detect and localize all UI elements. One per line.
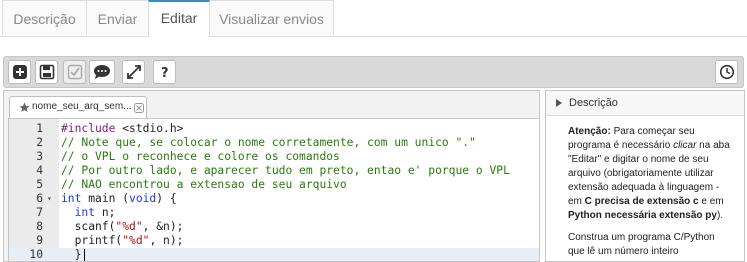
plus-icon bbox=[13, 65, 27, 79]
code-editor[interactable]: 1 #include <stdio.h> 2 // Note que, se colo… bbox=[8, 118, 540, 262]
save-button[interactable] bbox=[35, 60, 58, 84]
tab-visualizar-envios[interactable]: Visualizar envios bbox=[209, 0, 334, 35]
code-line[interactable]: 2 // Note que, se colocar o nome corretam… bbox=[9, 136, 539, 150]
check-icon bbox=[67, 64, 83, 80]
clock-icon bbox=[719, 64, 735, 80]
bold-text: C precisa de extensão c bbox=[584, 196, 699, 207]
code-line[interactable]: 5 // NAO encontrou a extensao de seu arqu… bbox=[9, 178, 539, 192]
code-line[interactable]: 8 scanf("%d", &n); bbox=[9, 220, 539, 234]
code-text: #include <stdio.h> bbox=[61, 122, 184, 135]
code-text: printf("%d", n); bbox=[61, 234, 184, 247]
italic-text: clicar bbox=[673, 140, 697, 151]
close-icon[interactable] bbox=[134, 103, 144, 113]
line-number: 4 bbox=[36, 164, 43, 177]
code-text: // NAO encontrou a extensao de seu arqui… bbox=[61, 178, 347, 191]
line-number: 1 bbox=[36, 122, 43, 135]
code-line[interactable]: 3 // o VPL o reconhece e colore os comand… bbox=[9, 150, 539, 164]
text-segment: e em bbox=[698, 196, 724, 207]
help-icon: ? bbox=[161, 66, 169, 80]
line-number: 10 bbox=[29, 248, 43, 261]
run-check-button[interactable] bbox=[63, 60, 86, 84]
tab-editar[interactable]: Editar bbox=[148, 0, 210, 37]
caret-right-icon bbox=[556, 99, 562, 107]
svg-text:?: ? bbox=[161, 66, 169, 80]
tab-descricao[interactable]: Descrição bbox=[2, 0, 87, 35]
panel-body: Atenção: Para começar seu programa é nec… bbox=[568, 125, 733, 261]
code-text: int n; bbox=[74, 206, 116, 219]
code-text: scanf("%d", &n); bbox=[61, 220, 184, 233]
file-tab-label: nome_seu_arq_sem... bbox=[32, 101, 132, 112]
help-button[interactable]: ? bbox=[153, 60, 176, 84]
line-number: 2 bbox=[36, 136, 43, 149]
text-cursor bbox=[84, 249, 85, 261]
attention-paragraph: Atenção: Para começar seu programa é nec… bbox=[568, 125, 733, 223]
code-text: // o VPL o reconhece e colore os comando… bbox=[61, 150, 340, 163]
file-tab[interactable]: nome_seu_arq_sem... bbox=[9, 96, 147, 118]
code-text: } bbox=[61, 248, 82, 261]
code-line[interactable]: 4 // Por outro lado, e aparecer tudo em p… bbox=[9, 164, 539, 178]
new-file-button[interactable] bbox=[8, 60, 31, 84]
line-number: 7 bbox=[36, 206, 43, 219]
instruction-paragraph: Construa um programa C/Python que lê um … bbox=[568, 232, 715, 257]
editor-toolbar: ? bbox=[3, 56, 744, 88]
panel-header[interactable]: Descrição bbox=[546, 91, 744, 116]
line-number: 3 bbox=[36, 150, 43, 163]
code-line[interactable]: 6 ▾ int main (void) { bbox=[9, 192, 539, 206]
bold-text: Python necessária extensão py bbox=[568, 210, 717, 221]
text-segment: ). bbox=[716, 210, 724, 221]
fullscreen-icon bbox=[127, 65, 141, 79]
fold-arrow-icon[interactable]: ▾ bbox=[47, 192, 52, 206]
line-number: 8 bbox=[36, 220, 43, 233]
line-number: 6 bbox=[36, 192, 43, 205]
code-text: // Por outro lado, e aparecer tudo em pr… bbox=[61, 164, 510, 177]
code-text: // Note que, se colocar o nome corretame… bbox=[61, 136, 476, 149]
code-line[interactable]: 10 } bbox=[9, 248, 539, 261]
star-icon[interactable] bbox=[19, 102, 30, 113]
code-line[interactable]: 7 int n; bbox=[9, 206, 539, 220]
description-panel: Descrição Atenção: Para começar seu prog… bbox=[545, 90, 745, 262]
tab-enviar[interactable]: Enviar bbox=[86, 0, 149, 35]
tab-bar: Descrição Enviar Editar Visualizar envio… bbox=[0, 0, 747, 37]
panel-title: Descrição bbox=[569, 97, 618, 109]
code-text: int main (void) { bbox=[61, 192, 177, 205]
comments-button[interactable] bbox=[89, 60, 115, 84]
comment-icon bbox=[94, 65, 110, 79]
fullscreen-button[interactable] bbox=[122, 60, 145, 84]
save-icon bbox=[39, 64, 55, 80]
line-number: 9 bbox=[36, 234, 43, 247]
attention-label: Atenção: bbox=[568, 126, 611, 137]
code-line[interactable]: 1 #include <stdio.h> bbox=[9, 122, 539, 136]
timer-button[interactable] bbox=[715, 60, 738, 84]
code-line[interactable]: 9 printf("%d", n); bbox=[9, 234, 539, 248]
line-number: 5 bbox=[36, 178, 43, 191]
